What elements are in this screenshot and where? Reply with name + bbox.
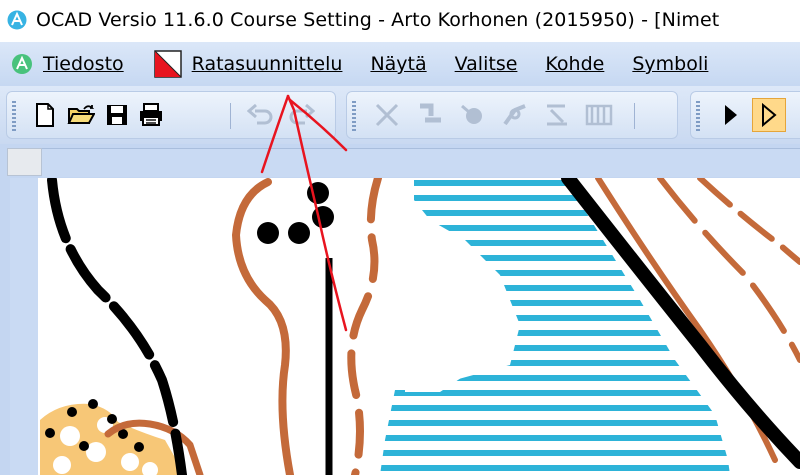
delete-button[interactable]	[372, 100, 402, 130]
menu-kohde[interactable]: Kohde	[545, 53, 604, 75]
ruler-corner	[7, 148, 42, 176]
menu-valitse-label: Valitse	[454, 53, 518, 75]
control-flag-icon	[153, 50, 182, 78]
reshape-icon	[503, 104, 526, 126]
menu-ratasuunnittelu[interactable]: Ratasuunnittelu	[153, 50, 343, 78]
ocad-menu-icon[interactable]	[11, 53, 33, 75]
ocad-app-icon	[7, 10, 27, 30]
save-icon	[107, 105, 127, 125]
save-button[interactable]	[102, 100, 132, 130]
toolbar-group-file	[6, 91, 336, 139]
toolbar-group-edit	[346, 91, 678, 139]
toolbar-group-select	[690, 91, 800, 139]
print-button[interactable]	[136, 100, 166, 130]
select-arrow-icon	[725, 105, 737, 125]
menu-symboli[interactable]: Symboli	[632, 53, 708, 75]
horizontal-ruler[interactable]	[42, 148, 800, 177]
boulder-dots	[257, 182, 334, 244]
edit-object-button[interactable]	[752, 98, 786, 132]
text-tool-button[interactable]	[584, 100, 614, 130]
window-title: OCAD Versio 11.6.0 Course Setting - Arto…	[36, 9, 720, 31]
undo-icon	[247, 103, 273, 125]
toolbar-separator	[634, 103, 635, 129]
open-folder-icon	[67, 105, 95, 124]
vertical-ruler[interactable]	[10, 178, 39, 475]
print-icon	[140, 103, 162, 126]
redo-icon	[289, 103, 315, 125]
menu-valitse[interactable]: Valitse	[455, 53, 518, 75]
new-file-icon	[36, 103, 54, 127]
toolbar-grip[interactable]	[696, 101, 700, 131]
split-button[interactable]	[416, 100, 446, 130]
toolbar-grip[interactable]	[12, 101, 16, 131]
toolbar-separator	[230, 103, 231, 129]
menu-ratasuunnittelu-label: Ratasuunnittelu	[191, 53, 343, 75]
map-canvas[interactable]	[38, 178, 800, 475]
edit-arrow-icon	[762, 103, 777, 127]
menu-bar: Tiedosto Ratasuunnittelu Näytä Valitse K…	[0, 42, 800, 86]
open-button[interactable]	[66, 100, 96, 130]
split-icon	[420, 103, 441, 123]
menu-nayta-label: Näytä	[370, 53, 427, 75]
ruler-row	[0, 144, 800, 178]
menu-tiedosto-label: Tiedosto	[43, 53, 124, 75]
align-icon	[547, 104, 567, 126]
toolbar-grip[interactable]	[352, 101, 356, 131]
text-icon	[585, 104, 613, 126]
delete-icon	[375, 103, 399, 127]
map-drawing	[40, 178, 800, 475]
select-button[interactable]	[716, 100, 746, 130]
redo-button[interactable]	[286, 100, 316, 130]
new-file-button[interactable]	[30, 100, 60, 130]
rotate-icon	[461, 104, 482, 124]
align-button[interactable]	[542, 100, 572, 130]
menu-nayta[interactable]: Näytä	[370, 53, 426, 75]
menu-kohde-label: Kohde	[545, 53, 605, 75]
title-bar: OCAD Versio 11.6.0 Course Setting - Arto…	[0, 0, 800, 40]
reshape-button[interactable]	[500, 100, 530, 130]
rotate-button[interactable]	[458, 100, 488, 130]
menu-symboli-label: Symboli	[632, 53, 709, 75]
left-frame	[0, 178, 10, 475]
menu-tiedosto[interactable]: Tiedosto	[43, 53, 124, 75]
toolbar	[0, 86, 800, 144]
undo-button[interactable]	[246, 100, 276, 130]
